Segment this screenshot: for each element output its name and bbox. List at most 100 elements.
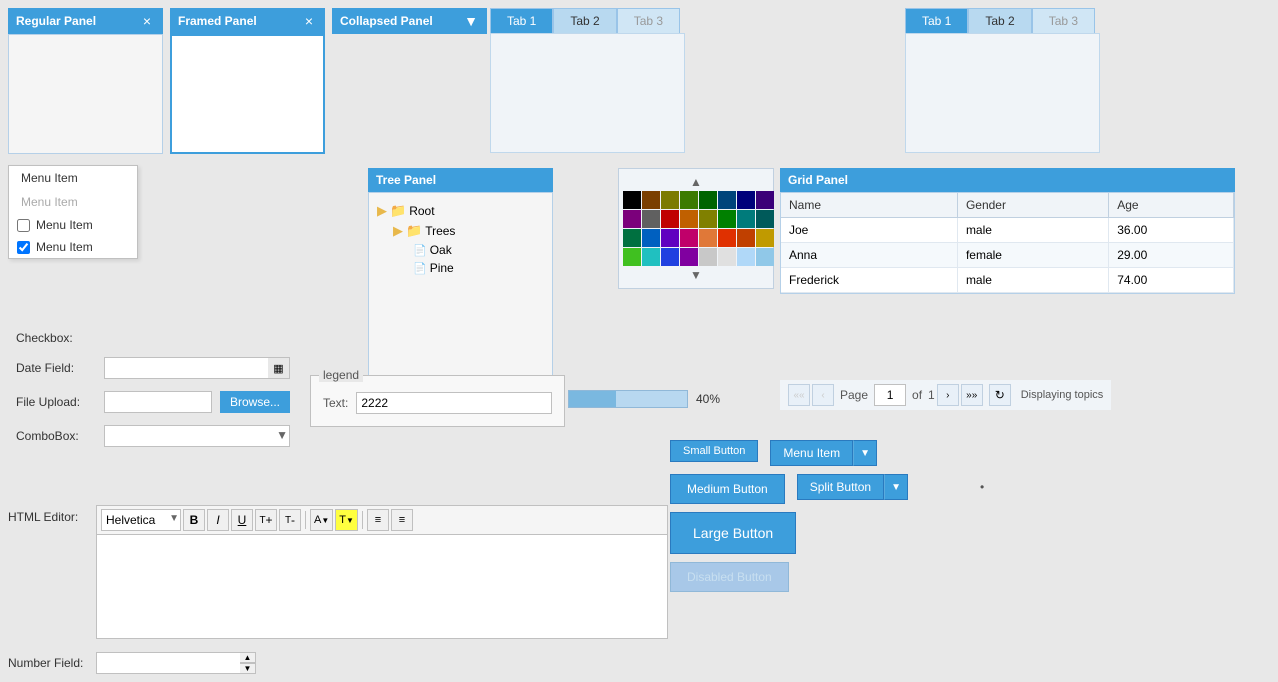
collapsed-panel-toggle[interactable]: ▼ — [463, 13, 479, 29]
color-cell[interactable] — [661, 191, 679, 209]
text-highlight-button[interactable]: T ▼ — [335, 509, 358, 531]
editor-area[interactable] — [96, 534, 668, 639]
spin-up[interactable]: ▲ — [240, 652, 256, 663]
first-page-button: «« — [788, 384, 810, 406]
superscript-button[interactable]: T+ — [255, 509, 277, 531]
collapsed-panel-header[interactable]: Collapsed Panel ▼ — [332, 8, 487, 34]
tab-2-2[interactable]: Tab 2 — [968, 8, 1031, 33]
grid-panel-body: Name Gender Age Joemale36.00Annafemale29… — [780, 192, 1235, 294]
date-trigger[interactable]: ▦ — [268, 357, 290, 379]
page-input[interactable] — [874, 384, 906, 406]
align-left-button[interactable]: ≡ — [367, 509, 389, 531]
color-cell[interactable] — [680, 210, 698, 228]
framed-panel-close[interactable]: × — [301, 13, 317, 29]
progress-section: 40% — [568, 390, 768, 408]
color-cell[interactable] — [737, 229, 755, 247]
color-cell[interactable] — [718, 229, 736, 247]
framed-panel-body — [170, 34, 325, 154]
color-cell[interactable] — [623, 248, 641, 266]
color-cell[interactable] — [680, 229, 698, 247]
tree-node-pine[interactable]: 📄 Pine — [377, 259, 544, 277]
color-cell[interactable] — [756, 210, 774, 228]
color-scroll-down[interactable]: ▼ — [623, 266, 769, 284]
grid-panel-title: Grid Panel — [788, 173, 848, 187]
tab-panel-2: Tab 1 Tab 2 Tab 3 — [905, 8, 1100, 153]
browse-button[interactable]: Browse... — [220, 391, 290, 413]
color-cell[interactable] — [642, 229, 660, 247]
color-cell[interactable] — [661, 248, 679, 266]
menu-checkbox-4[interactable] — [17, 241, 30, 254]
combo-select[interactable] — [104, 425, 290, 447]
color-cell[interactable] — [699, 191, 717, 209]
align-right-button[interactable]: ≡ — [391, 509, 413, 531]
color-cell[interactable] — [642, 210, 660, 228]
color-cell[interactable] — [699, 210, 717, 228]
refresh-button[interactable]: ↻ — [989, 384, 1011, 406]
tree-node-trees[interactable]: ▶ 📁 Trees — [377, 221, 544, 241]
color-cell[interactable] — [661, 229, 679, 247]
color-cell[interactable] — [623, 210, 641, 228]
italic-button[interactable]: I — [207, 509, 229, 531]
color-cell[interactable] — [680, 248, 698, 266]
menu-item-1[interactable]: Menu Item — [9, 166, 137, 190]
color-cell[interactable] — [680, 191, 698, 209]
regular-panel-close[interactable]: × — [139, 13, 155, 29]
tree-node-root[interactable]: ▶ 📁 Root — [377, 201, 544, 221]
menu-checkbox-3[interactable] — [17, 219, 30, 232]
color-cell[interactable] — [737, 248, 755, 266]
underline-button[interactable]: U — [231, 509, 253, 531]
date-input[interactable] — [104, 357, 290, 379]
color-cell[interactable] — [718, 210, 736, 228]
number-input[interactable] — [96, 652, 256, 674]
toolbar-sep-2 — [362, 511, 363, 529]
last-page-button[interactable]: »» — [961, 384, 983, 406]
font-color-button[interactable]: A ▼ — [310, 509, 333, 531]
color-cell[interactable] — [718, 248, 736, 266]
color-cell[interactable] — [642, 191, 660, 209]
split-button-arrow[interactable]: ▼ — [884, 474, 908, 500]
col-name[interactable]: Name — [781, 193, 957, 218]
color-cell[interactable] — [756, 191, 774, 209]
menu-item-3[interactable]: Menu Item — [9, 214, 137, 236]
color-cell[interactable] — [699, 229, 717, 247]
tree-node-oak[interactable]: 📄 Oak — [377, 241, 544, 259]
html-editor-label: HTML Editor: — [8, 505, 88, 524]
color-cell[interactable] — [642, 248, 660, 266]
expand-icon-trees: ▶ — [393, 223, 403, 239]
next-page-button[interactable]: › — [937, 384, 959, 406]
large-button[interactable]: Large Button — [670, 512, 796, 554]
color-cell[interactable] — [699, 248, 717, 266]
color-cell[interactable] — [737, 210, 755, 228]
date-label: Date Field: — [16, 361, 96, 375]
color-cell[interactable] — [718, 191, 736, 209]
menu-item-arrow-button[interactable]: ▼ — [853, 440, 877, 466]
legend-section: legend Text: — [310, 375, 565, 427]
font-select[interactable]: Helvetica — [101, 509, 181, 531]
number-input-wrapper: ▲ ▼ — [96, 652, 256, 674]
tab-1-2[interactable]: Tab 2 — [553, 8, 616, 33]
col-gender[interactable]: Gender — [957, 193, 1108, 218]
file-input[interactable] — [104, 391, 212, 413]
spin-down[interactable]: ▼ — [240, 663, 256, 674]
color-cell[interactable] — [661, 210, 679, 228]
menu-panel: Menu Item Menu Item Menu Item Menu Item — [8, 165, 138, 259]
bold-button[interactable]: B — [183, 509, 205, 531]
color-cell[interactable] — [756, 229, 774, 247]
split-button-main[interactable]: Split Button — [797, 474, 884, 500]
legend-text-input[interactable] — [356, 392, 552, 414]
color-scroll-up[interactable]: ▲ — [623, 173, 769, 191]
color-cell[interactable] — [737, 191, 755, 209]
menu-item-button[interactable]: Menu Item — [770, 440, 853, 466]
tab-2-1[interactable]: Tab 1 — [905, 8, 968, 33]
medium-button[interactable]: Medium Button — [670, 474, 785, 504]
tab-1-1[interactable]: Tab 1 — [490, 8, 553, 33]
subscript-button[interactable]: T- — [279, 509, 301, 531]
color-cell[interactable] — [623, 229, 641, 247]
table-cell-gender: male — [957, 268, 1108, 293]
grid-table: Name Gender Age Joemale36.00Annafemale29… — [781, 193, 1234, 293]
small-button[interactable]: Small Button — [670, 440, 758, 462]
col-age[interactable]: Age — [1109, 193, 1234, 218]
menu-item-4[interactable]: Menu Item — [9, 236, 137, 258]
color-cell[interactable] — [623, 191, 641, 209]
color-cell[interactable] — [756, 248, 774, 266]
